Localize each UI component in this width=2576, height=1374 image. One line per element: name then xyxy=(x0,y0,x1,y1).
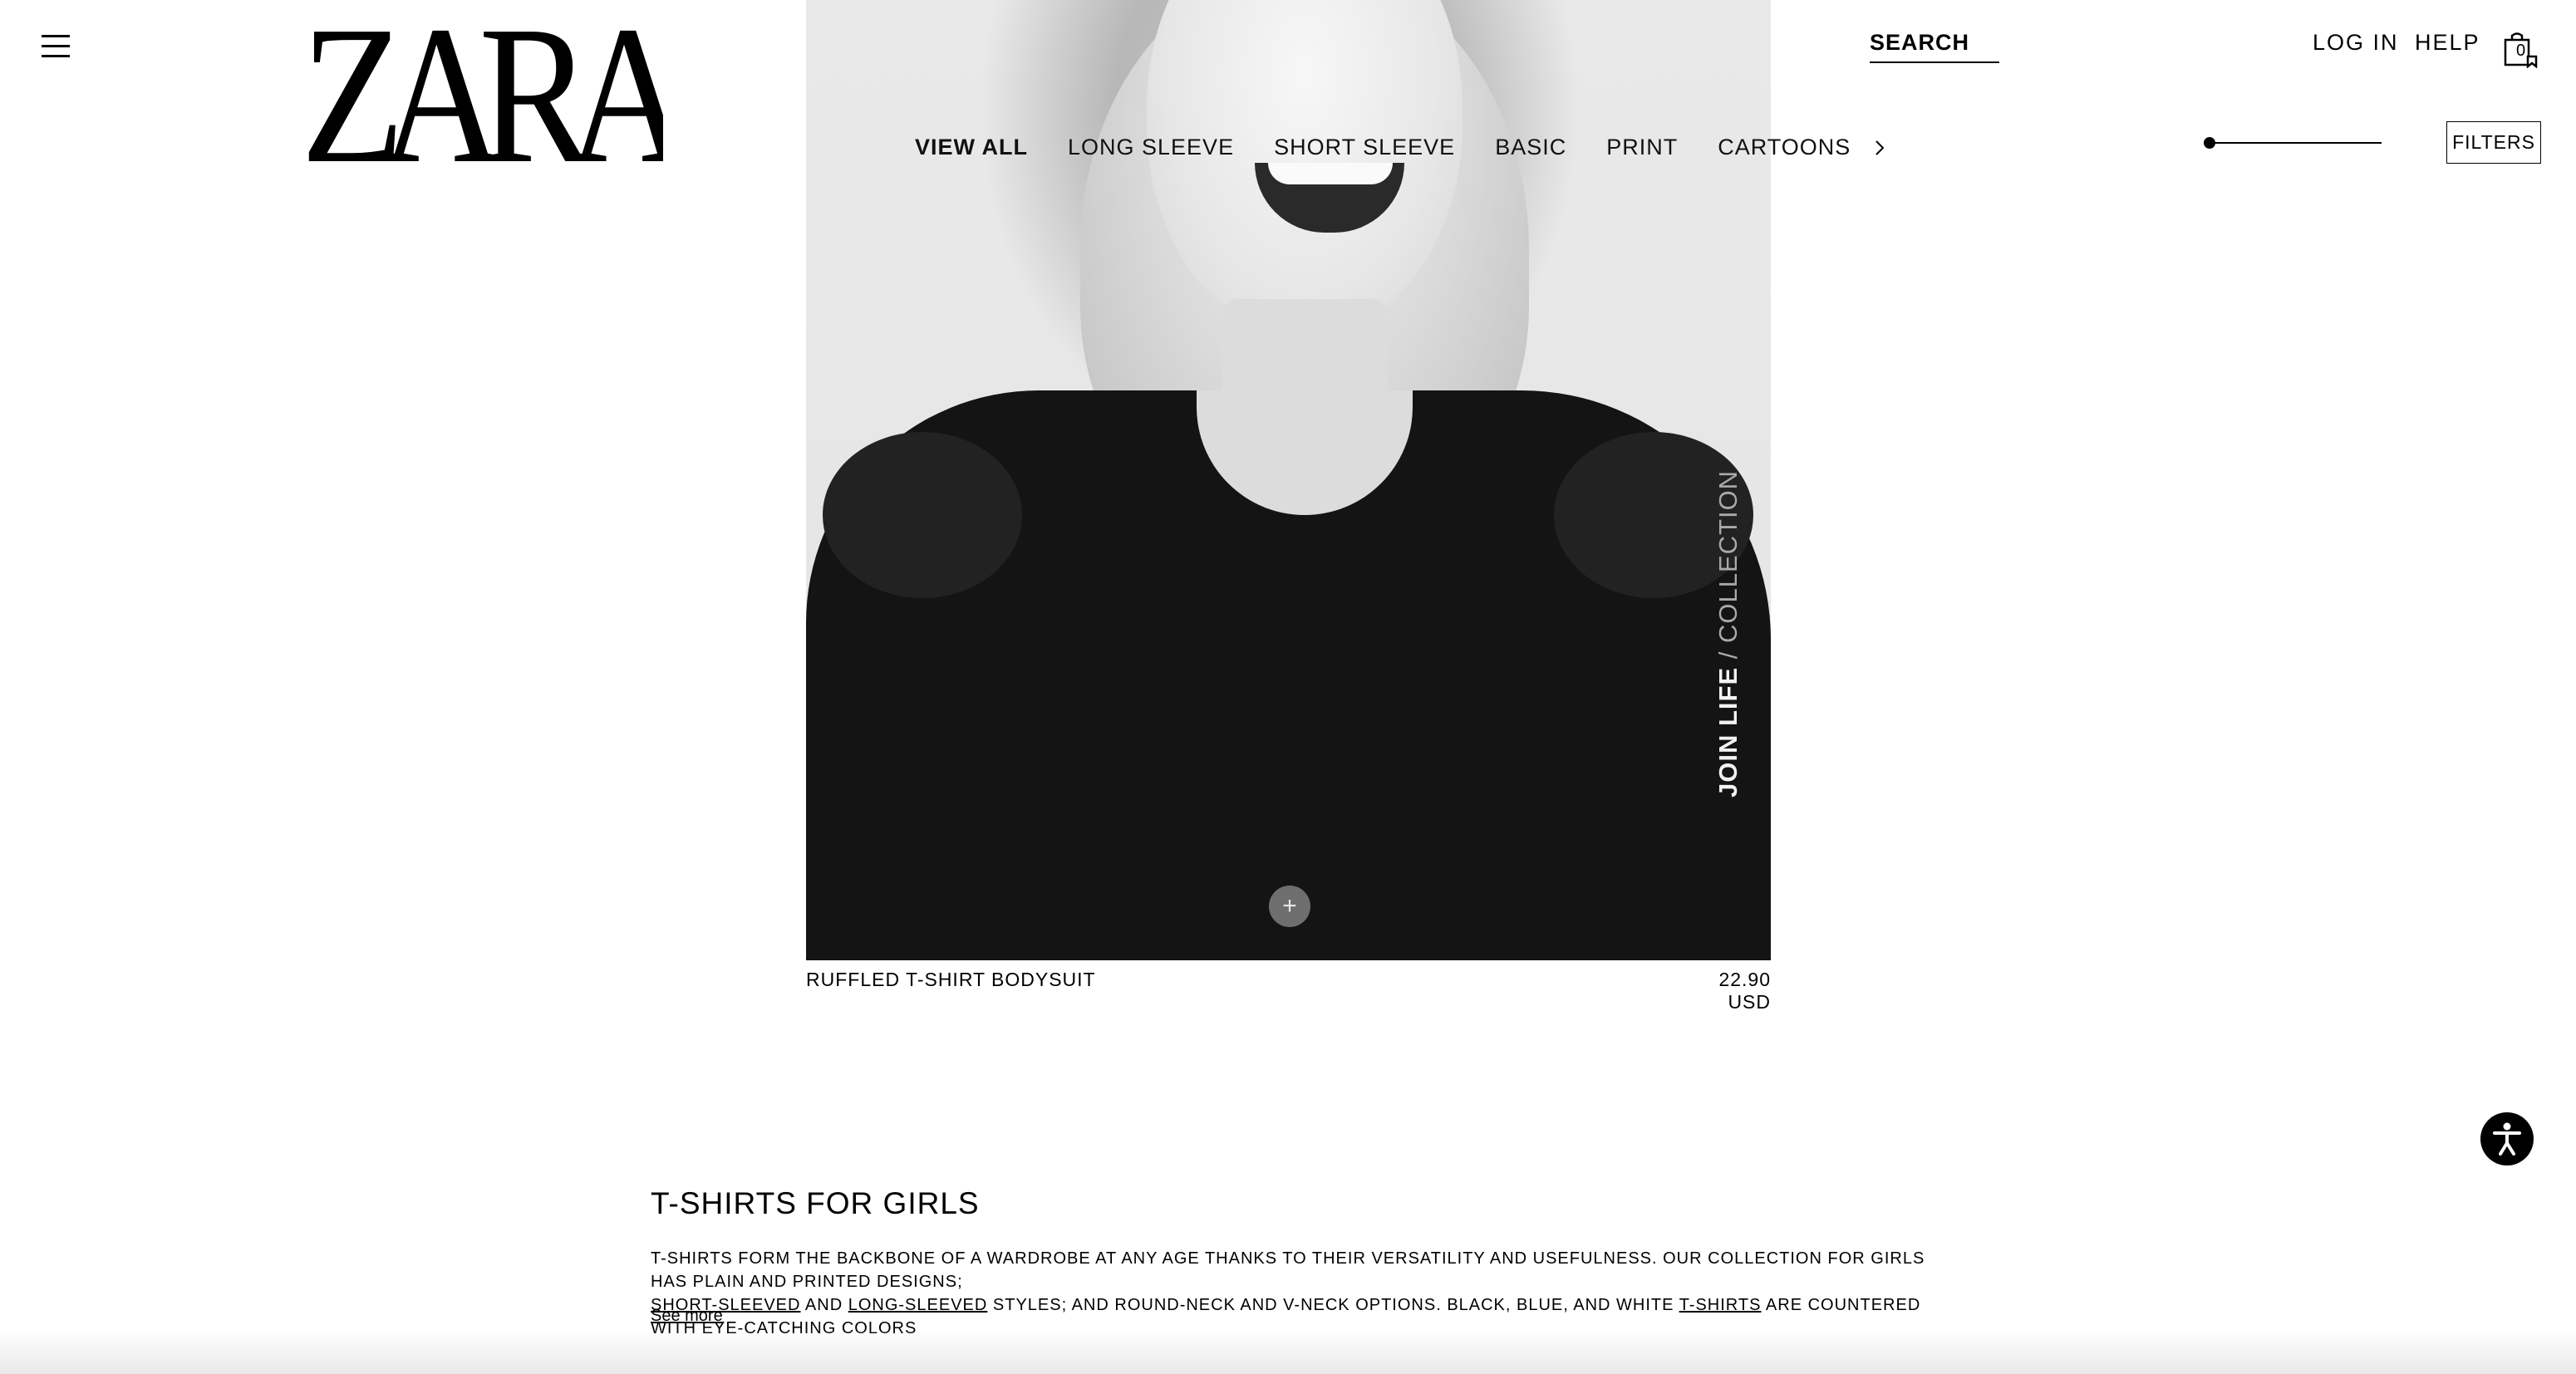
accessibility-button[interactable] xyxy=(2480,1112,2534,1165)
help-link[interactable]: HELP xyxy=(2415,30,2480,56)
t-shirts-link[interactable]: T-SHIRTS xyxy=(1679,1296,1762,1314)
bottom-fade xyxy=(0,1329,2576,1374)
category-short-sleeve[interactable]: SHORT SLEEVE xyxy=(1274,135,1455,160)
join-life-light: / COLLECTION xyxy=(1713,469,1743,667)
cart-button[interactable]: 0 xyxy=(2503,32,2544,71)
quick-add-button[interactable]: + xyxy=(1269,886,1310,927)
product-price: 22.90 USD xyxy=(1718,969,1771,1013)
category-print[interactable]: PRINT xyxy=(1606,135,1678,160)
category-title: T-SHIRTS FOR GIRLS xyxy=(651,1186,980,1220)
login-link[interactable]: LOG IN xyxy=(2313,30,2399,56)
category-basic[interactable]: BASIC xyxy=(1495,135,1566,160)
long-sleeved-link[interactable]: LONG-SLEEVED xyxy=(848,1296,988,1314)
hamburger-menu-icon[interactable] xyxy=(40,33,73,60)
svg-text:ZARA: ZARA xyxy=(306,13,663,168)
filters-button[interactable]: FILTERS xyxy=(2446,121,2541,164)
description-and: AND xyxy=(800,1296,848,1314)
description-middle: STYLES; AND ROUND-NECK AND V-NECK OPTION… xyxy=(987,1296,1679,1314)
join-life-label: JOIN LIFE / COLLECTION xyxy=(1713,470,1743,797)
join-life-bold: JOIN LIFE xyxy=(1713,666,1743,797)
image-ruffle-left xyxy=(823,432,1022,598)
category-nav: VIEW ALL LONG SLEEVE SHORT SLEEVE BASIC … xyxy=(915,135,1885,160)
image-teeth xyxy=(1268,163,1393,184)
category-cartoons[interactable]: CARTOONS xyxy=(1718,135,1851,160)
chevron-right-icon[interactable] xyxy=(1874,139,1885,157)
accessibility-icon xyxy=(2493,1122,2521,1156)
category-long-sleeve[interactable]: LONG SLEEVE xyxy=(1068,135,1234,160)
description-line-1: T-SHIRTS FORM THE BACKBONE OF A WARDROBE… xyxy=(651,1249,1925,1291)
zoom-slider-track xyxy=(2204,142,2382,144)
zoom-slider-handle[interactable] xyxy=(2204,137,2215,149)
zoom-slider[interactable] xyxy=(2204,135,2382,151)
cart-count: 0 xyxy=(2516,42,2526,60)
category-description: T-SHIRTS FORM THE BACKBONE OF A WARDROBE… xyxy=(651,1247,1947,1340)
search-input[interactable]: SEARCH xyxy=(1870,30,1999,63)
zara-logo[interactable]: ZARA xyxy=(306,13,663,168)
category-view-all[interactable]: VIEW ALL xyxy=(915,135,1028,160)
product-name[interactable]: RUFFLED T-SHIRT BODYSUIT xyxy=(806,969,1096,991)
see-more-link[interactable]: See more xyxy=(651,1307,723,1326)
